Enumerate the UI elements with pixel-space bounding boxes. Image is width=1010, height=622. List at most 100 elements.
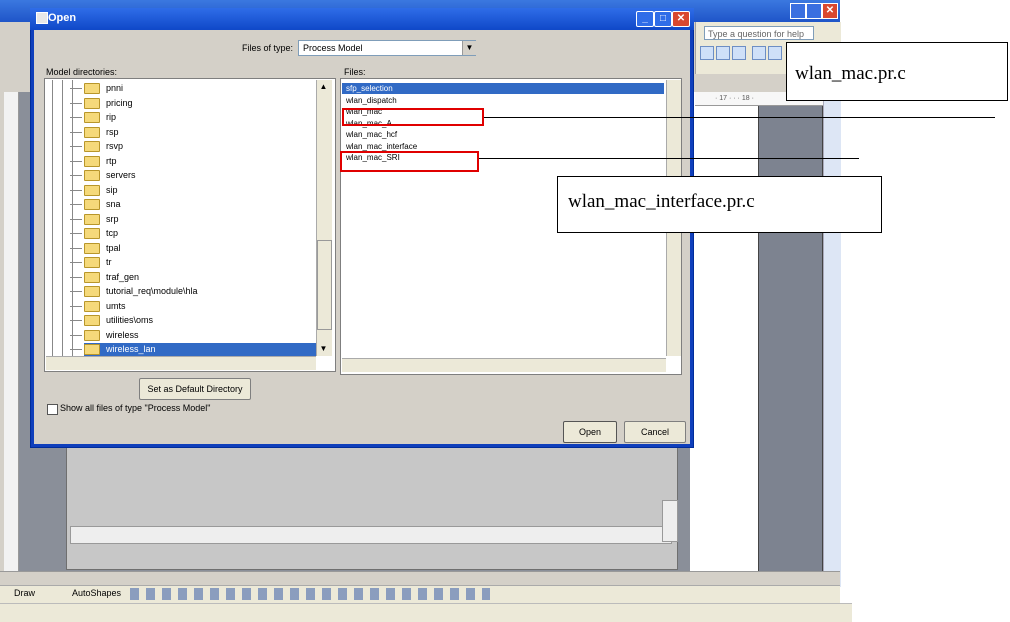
cancel-button[interactable]: Cancel — [624, 421, 686, 443]
toolbar-icon[interactable] — [700, 46, 714, 60]
folder-icon — [84, 97, 100, 109]
show-all-files-checkbox[interactable] — [47, 404, 58, 415]
tree-item-label: wireless_lan — [106, 344, 156, 354]
folder-icon — [84, 300, 100, 312]
word-close-button[interactable]: ✕ — [822, 3, 838, 19]
tree-connector — [70, 146, 82, 148]
tree-item-label: utilities\oms — [106, 315, 154, 325]
scroll-up-icon[interactable]: ▲ — [317, 82, 330, 94]
files-of-type-select[interactable]: Process Model — [298, 40, 476, 56]
callout-box: wlan_mac.pr.c — [786, 42, 1008, 101]
tree-item[interactable]: pricing — [70, 97, 133, 110]
word-maximize-button[interactable] — [806, 3, 822, 19]
scrollbar-thumb[interactable] — [317, 240, 332, 330]
help-search-input[interactable]: Type a question for help — [704, 26, 814, 40]
document-vertical-scrollbar[interactable] — [823, 92, 841, 587]
tree-item-label: sna — [106, 199, 121, 209]
toolbar-icon[interactable] — [732, 46, 746, 60]
set-default-directory-button[interactable]: Set as Default Directory — [139, 378, 251, 400]
tree-connector — [70, 276, 82, 278]
tree-item[interactable]: tcp — [70, 227, 118, 240]
tree-guide-line — [52, 80, 53, 356]
toolbar-icon[interactable] — [716, 46, 730, 60]
tree-item[interactable]: srp — [70, 213, 119, 226]
tree-item[interactable]: wireless — [70, 329, 139, 342]
tree-item[interactable]: sna — [70, 198, 121, 211]
file-item[interactable]: wlan_mac_interface — [346, 141, 417, 152]
file-item[interactable]: sfp_selection — [346, 83, 393, 94]
maximize-icon[interactable]: □ — [654, 11, 672, 27]
tree-item[interactable]: tutorial_req\module\hla — [70, 285, 198, 298]
tree-item-label: sip — [106, 184, 118, 195]
minimize-icon[interactable]: _ — [636, 11, 654, 27]
tree-connector — [70, 247, 82, 249]
files-label: Files: — [344, 67, 366, 77]
folder-icon — [84, 170, 100, 182]
tree-item[interactable]: utilities\oms — [70, 314, 153, 327]
tree-item-label: srp — [106, 213, 119, 224]
folder-icon — [84, 126, 100, 138]
folder-icon — [84, 155, 100, 167]
tree-connector — [70, 131, 82, 133]
tree-item[interactable]: rip — [70, 111, 116, 124]
highlight-wlan-mac — [342, 108, 484, 126]
tree-item-label: pnni — [106, 83, 124, 93]
autoshapes-menu[interactable]: AutoShapes — [72, 588, 121, 598]
highlight-wlan-mac-interface — [340, 151, 479, 172]
file-item[interactable]: wlan_dispatch — [346, 95, 397, 106]
tree-connector — [70, 117, 82, 119]
tree-item-label: rsp — [106, 126, 119, 137]
dialog-title: Open — [48, 12, 77, 24]
toolbar-icon[interactable] — [752, 46, 766, 60]
file-item[interactable]: wlan_mac_hcf — [346, 129, 397, 140]
word-minimize-button[interactable] — [790, 3, 806, 19]
folder-icon — [84, 315, 100, 327]
tree-connector — [70, 320, 82, 322]
tree-item-label: traf_gen — [106, 271, 140, 282]
document-margin — [758, 92, 823, 587]
drawing-tools-icons[interactable] — [130, 588, 490, 600]
model-directories-label: Model directories: — [46, 67, 118, 77]
files-horizontal-scrollbar[interactable] — [342, 358, 666, 372]
tree-item[interactable]: tpal — [70, 242, 121, 255]
tree-item[interactable]: tr — [70, 256, 112, 269]
tree-item[interactable]: umts — [70, 300, 126, 313]
tree-item-label: rsvp — [106, 141, 124, 151]
directory-horizontal-scrollbar[interactable] — [46, 356, 316, 370]
tree-connector — [70, 349, 82, 351]
tree-item-label: rtp — [106, 155, 117, 166]
tree-item[interactable]: rsvp — [70, 140, 123, 153]
folder-icon — [84, 199, 100, 211]
draw-menu[interactable]: Draw — [14, 588, 35, 598]
tree-item[interactable]: rtp — [70, 155, 117, 168]
chevron-down-icon[interactable]: ▼ — [462, 41, 476, 55]
toolbar-icon[interactable] — [768, 46, 782, 60]
open-button[interactable]: Open — [563, 421, 617, 443]
tree-connector — [70, 204, 82, 206]
tree-item-label: tcp — [106, 228, 119, 238]
tree-connector — [70, 160, 82, 162]
close-icon[interactable]: ✕ — [672, 11, 690, 27]
embedded-vertical-scrollbar[interactable] — [662, 500, 678, 542]
tree-item[interactable]: rsp — [70, 126, 119, 139]
tree-item[interactable]: servers — [70, 169, 136, 182]
tree-connector — [70, 175, 82, 177]
dialog-title-bar — [30, 8, 694, 30]
scroll-down-icon[interactable]: ▼ — [317, 344, 330, 356]
folder-icon — [84, 344, 100, 356]
tree-item-label: tutorial_req\module\hla — [106, 286, 198, 296]
folder-icon — [84, 271, 100, 283]
folder-icon — [84, 329, 100, 341]
folder-icon — [84, 257, 100, 269]
embedded-window — [66, 443, 678, 570]
tree-item[interactable]: pnni — [70, 82, 123, 95]
tree-item[interactable]: traf_gen — [70, 271, 139, 284]
tree-connector — [70, 218, 82, 220]
embedded-horizontal-scrollbar[interactable] — [70, 526, 672, 544]
tree-guide-line — [62, 80, 63, 356]
tree-item[interactable]: sip — [70, 184, 118, 197]
show-all-files-label: Show all files of type "Process Model" — [60, 403, 211, 413]
tree-item[interactable]: wireless_lan — [70, 343, 156, 356]
folder-icon — [84, 83, 100, 95]
tree-item-label: tpal — [106, 242, 121, 253]
